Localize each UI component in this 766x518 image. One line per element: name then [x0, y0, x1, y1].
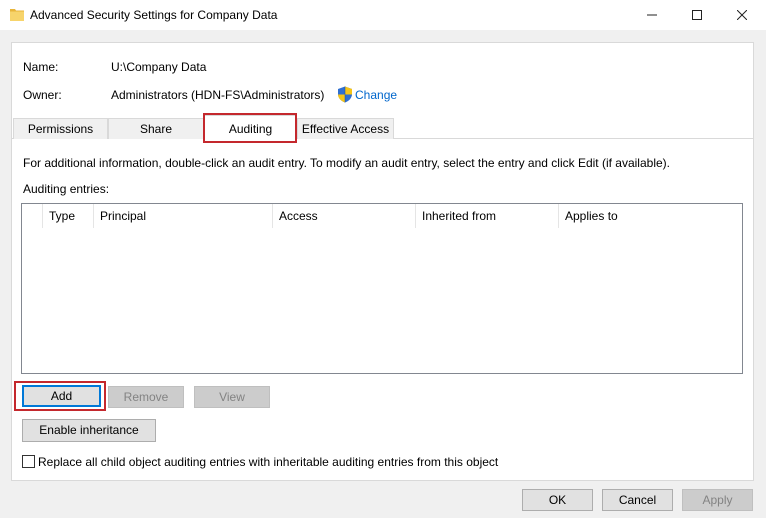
replace-child-entries-label: Replace all child object auditing entrie…	[38, 454, 499, 469]
settings-panel: Name: U:\Company Data Owner: Administrat…	[11, 42, 754, 481]
column-header-principal[interactable]: Principal	[93, 204, 272, 228]
change-owner-link[interactable]: Change	[355, 88, 397, 102]
column-header-access[interactable]: Access	[272, 204, 415, 228]
column-header-blank[interactable]	[22, 204, 42, 228]
auditing-info-text: For additional information, double-click…	[23, 156, 670, 170]
replace-child-entries-checkbox[interactable]	[22, 455, 35, 468]
maximize-button[interactable]	[675, 0, 719, 30]
ok-button[interactable]: OK	[522, 489, 593, 511]
name-value: U:\Company Data	[111, 60, 207, 74]
auditing-entries-label: Auditing entries:	[23, 182, 110, 196]
uac-shield-icon	[337, 86, 353, 103]
window-title: Advanced Security Settings for Company D…	[30, 8, 278, 22]
column-header-type[interactable]: Type	[42, 204, 93, 228]
list-header: Type Principal Access Inherited from App…	[22, 204, 742, 228]
tab-auditing[interactable]: Auditing	[204, 115, 297, 141]
add-button[interactable]: Add	[22, 385, 101, 407]
minimize-icon	[647, 14, 657, 16]
owner-value: Administrators (HDN-FS\Administrators)	[111, 88, 325, 102]
auditing-entries-list[interactable]: Type Principal Access Inherited from App…	[21, 203, 743, 374]
cancel-button[interactable]: Cancel	[602, 489, 673, 511]
title-bar[interactable]: Advanced Security Settings for Company D…	[0, 0, 766, 30]
maximize-icon	[692, 10, 702, 20]
view-button[interactable]: View	[194, 386, 270, 408]
tab-effective-access[interactable]: Effective Access	[297, 118, 394, 139]
tab-permissions[interactable]: Permissions	[13, 118, 108, 139]
close-button[interactable]	[720, 0, 764, 30]
tab-share[interactable]: Share	[108, 118, 204, 139]
owner-label: Owner:	[23, 88, 62, 102]
column-header-applies-to[interactable]: Applies to	[558, 204, 742, 228]
replace-child-entries-option[interactable]: Replace all child object auditing entrie…	[22, 454, 498, 469]
name-label: Name:	[23, 60, 59, 74]
close-icon	[737, 10, 747, 20]
column-header-inherited-from[interactable]: Inherited from	[415, 204, 558, 228]
minimize-button[interactable]	[630, 0, 674, 30]
remove-button[interactable]: Remove	[108, 386, 184, 408]
enable-inheritance-button[interactable]: Enable inheritance	[22, 419, 156, 442]
apply-button[interactable]: Apply	[682, 489, 753, 511]
folder-icon	[10, 7, 24, 22]
advanced-security-window: Advanced Security Settings for Company D…	[0, 0, 766, 518]
